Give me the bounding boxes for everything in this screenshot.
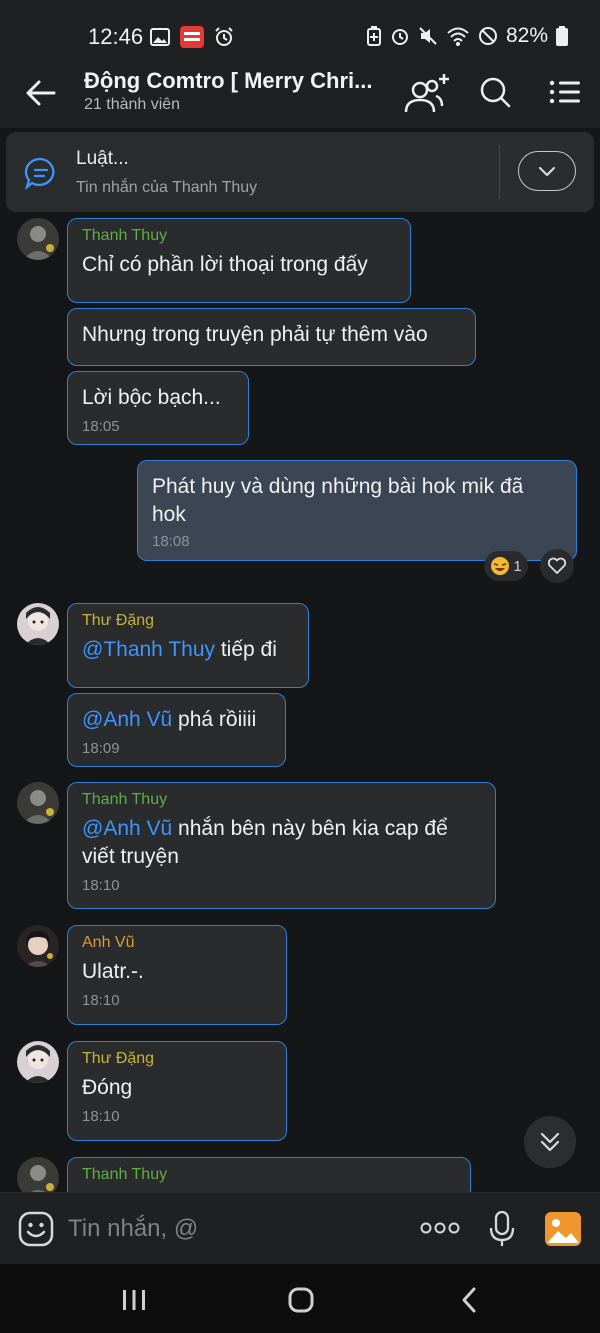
sticker-emoji-icon[interactable]: [18, 1211, 54, 1247]
battery-icon: [556, 26, 568, 46]
sender-name[interactable]: Thanh Thuy: [82, 1166, 456, 1184]
expand-pinned-button[interactable]: [518, 151, 576, 191]
reaction-count: 1: [513, 557, 522, 575]
message-text: Lời bộc bạch...: [82, 386, 221, 409]
system-navigation-bar: [0, 1264, 600, 1333]
heart-icon: [547, 557, 567, 574]
message-time: 18:10: [82, 1108, 120, 1125]
manga-app-notification-icon: [180, 26, 204, 48]
mention-link[interactable]: @Thanh Thuy: [82, 638, 215, 661]
message-text: Đóng: [82, 1076, 133, 1099]
menu-list-icon[interactable]: [548, 72, 582, 112]
alarm-icon: [391, 29, 408, 45]
avatar-thanh-thuy[interactable]: [17, 218, 59, 260]
mute-icon: [419, 27, 437, 45]
message-composer: Tin nhắn, @: [0, 1192, 600, 1265]
message-bubble[interactable]: Thanh Thuy: [67, 1157, 471, 1192]
react-heart-button[interactable]: [540, 549, 574, 583]
outgoing-message-bubble[interactable]: Phát huy và dùng những bài hok mik đã ho…: [137, 460, 577, 561]
avatar-thanh-thuy[interactable]: [17, 1157, 59, 1192]
status-bar: 12:46 82%: [0, 0, 600, 62]
sender-name[interactable]: Thanh Thuy: [82, 227, 396, 245]
mention-link[interactable]: @Anh Vũ: [82, 708, 172, 731]
avatar-anh-vu[interactable]: [17, 925, 59, 967]
gallery-image-icon[interactable]: [544, 1211, 582, 1247]
gallery-notification-icon: [150, 28, 170, 46]
clock: 12:46: [88, 24, 144, 49]
avatar-thu-dang[interactable]: [17, 603, 59, 645]
message-time: 18:09: [82, 740, 120, 757]
wifi-icon: [447, 27, 469, 46]
message-bubble[interactable]: Thanh Thuy @Anh Vũ nhắn bên này bên kia …: [67, 782, 496, 909]
home-icon[interactable]: [287, 1286, 315, 1314]
avatar-thu-dang[interactable]: [17, 1041, 59, 1083]
message-bubble[interactable]: Lời bộc bạch... 18:05: [67, 371, 249, 445]
battery-percent: 82%: [505, 24, 548, 47]
microphone-icon[interactable]: [489, 1210, 515, 1248]
scroll-to-bottom-button[interactable]: [524, 1116, 576, 1168]
pinned-message[interactable]: Luật... Tin nhắn của Thanh Thuy: [6, 132, 594, 212]
message-list[interactable]: Thanh Thuy Chỉ có phần lời thoại trong đ…: [0, 212, 600, 1192]
message-input[interactable]: Tin nhắn, @: [68, 1215, 198, 1243]
pinned-title: Luật...: [76, 148, 129, 169]
haha-emoji-icon: [491, 557, 510, 575]
message-bubble[interactable]: @Anh Vũ phá rồiiii 18:09: [67, 693, 286, 767]
pinned-chat-icon: [24, 157, 55, 190]
message-text: Ulatr.-.: [82, 960, 144, 983]
sender-name[interactable]: Anh Vũ: [82, 934, 272, 952]
reaction-badge[interactable]: 1: [484, 551, 528, 581]
sender-name[interactable]: Thanh Thuy: [82, 791, 481, 809]
recent-apps-icon[interactable]: [120, 1288, 148, 1312]
avatar-thanh-thuy[interactable]: [17, 782, 59, 824]
divider: [499, 145, 500, 199]
search-icon[interactable]: [478, 72, 512, 112]
message-time: 18:10: [82, 992, 120, 1009]
add-member-icon[interactable]: [402, 72, 450, 116]
message-text: phá rồiiii: [172, 708, 257, 731]
more-options-icon[interactable]: [420, 1221, 460, 1235]
message-bubble[interactable]: Thư Đặng Đóng 18:10: [67, 1041, 287, 1141]
message-text: Chỉ có phần lời thoại trong đấy: [82, 253, 368, 276]
member-count[interactable]: 21 thành viên: [84, 96, 180, 114]
back-arrow-icon[interactable]: [24, 76, 58, 110]
alarm-notification-icon: [215, 27, 233, 46]
group-title[interactable]: Động Comtro [ Merry Chri...: [84, 68, 376, 94]
back-nav-icon[interactable]: [458, 1286, 480, 1314]
message-bubble[interactable]: Anh Vũ Ulatr.-. 18:10: [67, 925, 287, 1025]
sender-name[interactable]: Thư Đặng: [82, 1050, 272, 1068]
message-bubble[interactable]: Thư Đặng @Thanh Thuy tiếp đi: [67, 603, 309, 688]
message-text: Nhưng trong truyện phải tự thêm vào: [82, 323, 428, 346]
message-bubble[interactable]: Nhưng trong truyện phải tự thêm vào: [67, 308, 476, 366]
pinned-subtitle: Tin nhắn của Thanh Thuy: [76, 179, 258, 196]
do-not-disturb-icon: [478, 27, 497, 45]
chevron-down-icon: [538, 166, 556, 177]
battery-saver-icon: [366, 26, 381, 46]
message-time: 18:05: [82, 418, 120, 435]
mention-link[interactable]: @Anh Vũ: [82, 817, 172, 840]
message-time: 18:08: [152, 533, 190, 550]
message-bubble[interactable]: Thanh Thuy Chỉ có phần lời thoại trong đ…: [67, 218, 411, 303]
message-text: Phát huy và dùng những bài hok mik đã ho…: [152, 475, 524, 526]
chat-header: Động Comtro [ Merry Chri... 21 thành viê…: [0, 62, 600, 128]
sender-name[interactable]: Thư Đặng: [82, 612, 294, 630]
message-text: tiếp đi: [215, 638, 277, 661]
double-chevron-down-icon: [540, 1132, 560, 1152]
message-time: 18:10: [82, 877, 120, 894]
